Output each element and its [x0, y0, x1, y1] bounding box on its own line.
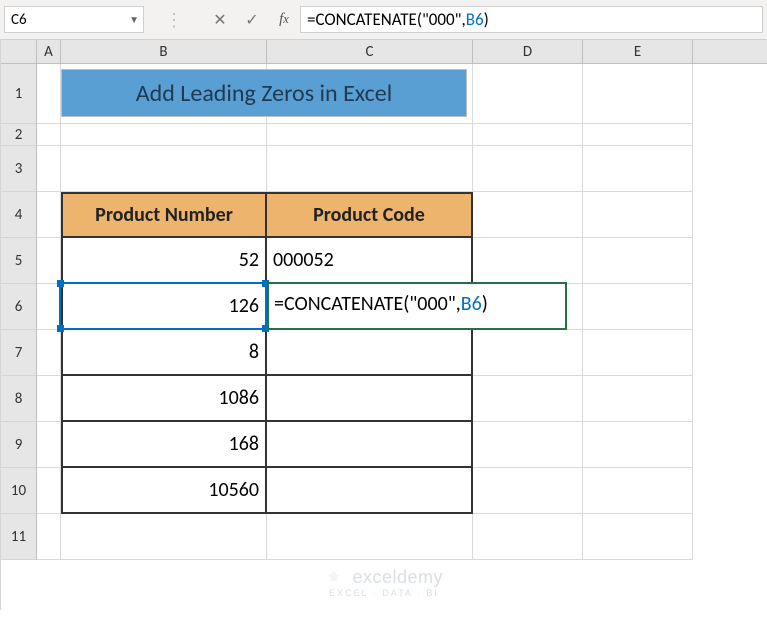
logo-icon — [325, 569, 343, 587]
cell[interactable] — [267, 146, 473, 192]
formula-text: =CONCATENATE("000", — [307, 9, 466, 30]
cell[interactable] — [583, 124, 693, 146]
select-all-corner[interactable] — [1, 40, 37, 63]
page-title: Add Leading Zeros in Excel — [61, 69, 467, 117]
column-headers: A B C D E — [1, 40, 767, 64]
edit-ref: B6 — [461, 292, 482, 316]
cell[interactable] — [473, 124, 583, 146]
table-cell[interactable]: 8 — [61, 330, 267, 376]
cell[interactable] — [37, 514, 61, 560]
formula-bar: C6 ▼ ⋮ ✕ ✓ fx =CONCATENATE("000",B6) — [0, 0, 767, 40]
table-cell[interactable] — [267, 468, 473, 514]
cell[interactable] — [583, 422, 693, 468]
table-cell[interactable]: 52 — [61, 238, 267, 284]
row-header[interactable]: 3 — [1, 146, 37, 192]
col-header-c[interactable]: C — [267, 40, 473, 63]
cell[interactable] — [473, 514, 583, 560]
row-header[interactable]: 11 — [1, 514, 37, 560]
table-cell[interactable]: 168 — [61, 422, 267, 468]
edit-prefix: =CONCATENATE("000", — [274, 292, 461, 316]
formula-input[interactable]: =CONCATENATE("000",B6) — [300, 6, 763, 33]
cell[interactable] — [267, 514, 473, 560]
table-cell[interactable] — [267, 376, 473, 422]
table-cell[interactable]: 126 — [61, 284, 267, 330]
table-cell[interactable] — [267, 330, 473, 376]
cell[interactable] — [583, 238, 693, 284]
col-header-d[interactable]: D — [473, 40, 583, 63]
watermark: exceldemy EXCEL · DATA · BI — [1, 567, 767, 598]
formula-suffix: ) — [484, 9, 489, 30]
cell[interactable] — [61, 514, 267, 560]
cell[interactable] — [583, 330, 693, 376]
cell[interactable] — [473, 238, 583, 284]
cell[interactable] — [37, 146, 61, 192]
cell[interactable] — [583, 376, 693, 422]
cell[interactable] — [267, 124, 473, 146]
table-cell[interactable]: 000052 — [267, 238, 473, 284]
row-header[interactable]: 4 — [1, 192, 37, 238]
cell[interactable] — [37, 376, 61, 422]
formula-ref: B6 — [466, 9, 484, 30]
name-box-value: C6 — [11, 11, 27, 29]
cell[interactable] — [583, 514, 693, 560]
row-header[interactable]: 9 — [1, 422, 37, 468]
cell[interactable] — [473, 146, 583, 192]
cell[interactable] — [583, 192, 693, 238]
table-cell[interactable] — [267, 422, 473, 468]
edit-suffix: ) — [482, 292, 488, 316]
row-header[interactable]: 6 — [1, 284, 37, 330]
watermark-sub: EXCEL · DATA · BI — [1, 588, 767, 598]
cell[interactable] — [37, 192, 61, 238]
cell[interactable] — [61, 146, 267, 192]
row-header[interactable]: 2 — [1, 124, 37, 146]
row-header[interactable]: 1 — [1, 64, 37, 124]
table-header-product-code: Product Code — [267, 192, 473, 238]
cell[interactable] — [473, 192, 583, 238]
confirm-icon[interactable]: ✓ — [236, 0, 268, 39]
col-header-b[interactable]: B — [61, 40, 267, 63]
row-header[interactable]: 7 — [1, 330, 37, 376]
data-table: Product Number Product Code 52000052 126… — [61, 192, 473, 514]
cell[interactable] — [583, 468, 693, 514]
rows: 1 2 3 4 5 6 7 8 9 10 11 Add Leading Zero… — [1, 64, 767, 560]
cell[interactable] — [37, 284, 61, 330]
col-header-e[interactable]: E — [583, 40, 693, 63]
cell[interactable] — [37, 238, 61, 284]
cell[interactable] — [37, 124, 61, 146]
cell[interactable] — [61, 124, 267, 146]
table-cell[interactable]: 10560 — [61, 468, 267, 514]
col-header-a[interactable]: A — [37, 40, 61, 63]
spreadsheet-grid[interactable]: A B C D E 1 2 3 4 5 6 7 8 9 10 11 Add Le… — [0, 40, 767, 610]
fx-icon[interactable]: fx — [268, 0, 300, 39]
cell[interactable] — [473, 330, 583, 376]
watermark-main: exceldemy — [352, 567, 443, 587]
separator: ⋮ — [144, 0, 204, 39]
cancel-icon[interactable]: ✕ — [204, 0, 236, 39]
cell[interactable] — [583, 64, 693, 124]
cell[interactable] — [37, 422, 61, 468]
cell[interactable] — [473, 64, 583, 124]
active-cell-edit[interactable]: =CONCATENATE("000",B6) — [267, 282, 567, 330]
cell[interactable] — [37, 330, 61, 376]
row-header[interactable]: 8 — [1, 376, 37, 422]
row-header[interactable]: 5 — [1, 238, 37, 284]
cell[interactable] — [583, 284, 693, 330]
name-box[interactable]: C6 ▼ — [4, 6, 144, 33]
cell[interactable] — [583, 146, 693, 192]
cell[interactable] — [37, 64, 61, 124]
cell[interactable] — [37, 468, 61, 514]
cell[interactable] — [473, 422, 583, 468]
row-header[interactable]: 10 — [1, 468, 37, 514]
chevron-down-icon[interactable]: ▼ — [129, 13, 139, 26]
table-cell[interactable]: 1086 — [61, 376, 267, 422]
table-header-product-number: Product Number — [61, 192, 267, 238]
cell[interactable] — [473, 468, 583, 514]
cell[interactable] — [473, 376, 583, 422]
